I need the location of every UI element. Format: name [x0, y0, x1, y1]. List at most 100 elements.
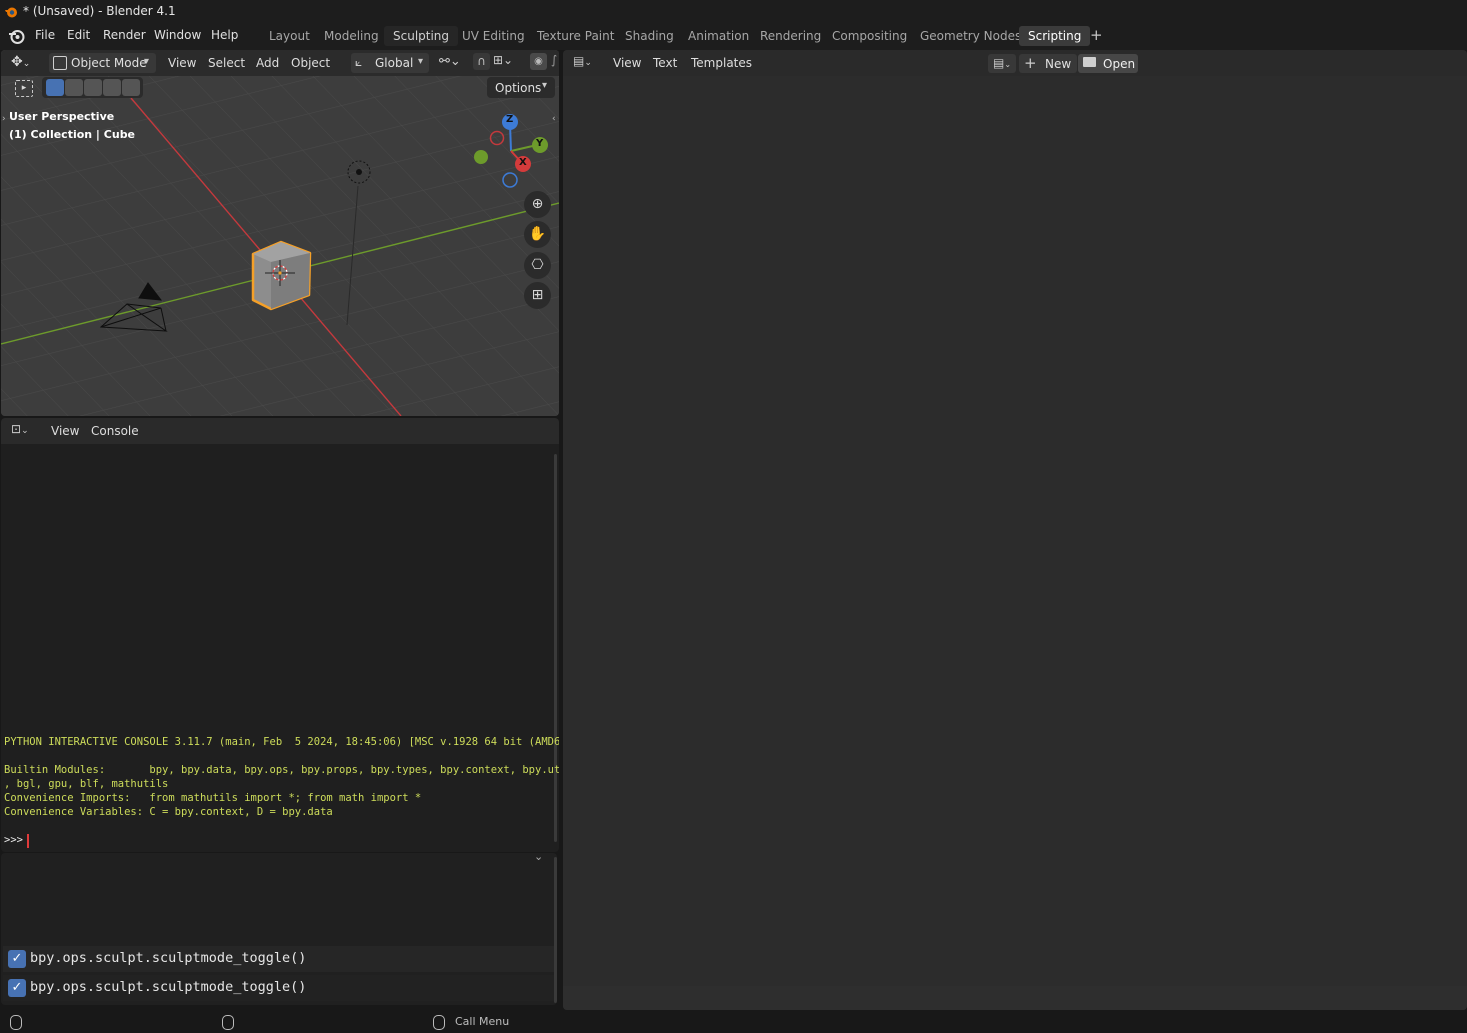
text-editor-type-icon[interactable]: ▤⌄: [573, 54, 592, 68]
open-text-button[interactable]: Open: [1078, 54, 1138, 73]
tab-geometry-nodes[interactable]: Geometry Nodes: [911, 26, 1030, 46]
tab-rendering[interactable]: Rendering: [751, 26, 830, 46]
text-menu-templates[interactable]: Templates: [691, 56, 752, 70]
options-label: Options: [495, 81, 542, 95]
text-menu-view[interactable]: View: [613, 56, 641, 70]
chevron-down-icon[interactable]: ⌄: [534, 853, 543, 863]
perspective-grid-icon[interactable]: ⊞: [524, 282, 551, 309]
check-icon: ✓: [8, 950, 26, 968]
tab-animation[interactable]: Animation: [679, 26, 758, 46]
chevron-down-icon: ▾: [542, 80, 548, 91]
selection-mode-group: [42, 77, 143, 98]
tab-modeling[interactable]: Modeling: [315, 26, 388, 46]
transform-orientation-icon: ⟀: [355, 55, 363, 69]
gizmo-x-label[interactable]: X: [519, 157, 527, 168]
status-bar: Call Menu: [0, 1011, 1467, 1033]
select-subtract-icon[interactable]: [84, 79, 102, 96]
tab-shading[interactable]: Shading: [616, 26, 683, 46]
new-label: New: [1045, 57, 1072, 71]
console-editor-icon[interactable]: ⊡⌄: [11, 422, 29, 436]
text-browse-icon[interactable]: ▤⌄: [988, 54, 1016, 73]
viewport-3d[interactable]: ✥⌄ Object Mode ▾ View Select Add Object …: [1, 50, 559, 416]
tab-texture-paint[interactable]: Texture Paint: [528, 26, 623, 46]
orientation-dropdown[interactable]: ⟀ Global ▾: [351, 53, 429, 73]
select-set-icon[interactable]: [46, 79, 64, 96]
cube-object: [251, 240, 312, 311]
proportional-edit-icon[interactable]: ◉: [530, 53, 547, 70]
tab-layout[interactable]: Layout: [260, 26, 319, 46]
gizmo-z-label[interactable]: Z: [506, 114, 513, 125]
snap-toggle-icon[interactable]: ∩: [473, 53, 490, 70]
console-menu-view[interactable]: View: [51, 424, 79, 438]
open-label: Open: [1103, 57, 1136, 71]
info-report-row[interactable]: ✓ bpy.ops.sculpt.sculptmode_toggle(): [3, 975, 555, 1001]
text-menu-text[interactable]: Text: [653, 56, 677, 70]
select-intersect-icon[interactable]: [122, 79, 140, 96]
mouse-right-icon: [433, 1015, 445, 1030]
zoom-icon[interactable]: ⊕: [524, 191, 551, 218]
console-menu-console[interactable]: Console: [91, 424, 139, 438]
console-line: PYTHON INTERACTIVE CONSOLE 3.11.7 (main,…: [4, 736, 559, 748]
falloff-icon[interactable]: ∫: [551, 53, 557, 67]
python-console[interactable]: ⊡⌄ View Console PYTHON INTERACTIVE CONSO…: [1, 418, 559, 852]
tab-uv-editing[interactable]: UV Editing: [453, 26, 534, 46]
info-report-text: bpy.ops.sculpt.sculptmode_toggle(): [30, 950, 307, 966]
console-scrollbar[interactable]: [554, 454, 557, 842]
viewport-menu-add[interactable]: Add: [256, 56, 279, 70]
add-workspace-button[interactable]: +: [1090, 26, 1103, 44]
snap-target-icon[interactable]: ⊞⌄: [493, 53, 513, 67]
menu-render[interactable]: Render: [103, 28, 146, 42]
menu-file[interactable]: File: [35, 28, 55, 42]
info-report-text: bpy.ops.sculpt.sculptmode_toggle(): [30, 979, 307, 995]
info-scrollbar[interactable]: [554, 857, 557, 1003]
menu-edit[interactable]: Edit: [67, 28, 90, 42]
sidebar-expand-icon[interactable]: ‹: [552, 114, 556, 124]
menu-window[interactable]: Window: [154, 28, 201, 42]
tab-scripting[interactable]: Scripting: [1019, 26, 1091, 46]
text-editor-footer: [563, 986, 1467, 1010]
viewport-scene[interactable]: [1, 50, 559, 416]
viewport-menu-view[interactable]: View: [168, 56, 196, 70]
viewport-menu-object[interactable]: Object: [291, 56, 330, 70]
console-line: , bgl, gpu, blf, mathutils: [4, 778, 169, 790]
title-bar: * (Unsaved) - Blender 4.1: [0, 0, 1467, 23]
blender-menu-icon[interactable]: [8, 28, 25, 45]
gizmo-y-label[interactable]: Y: [536, 138, 543, 149]
tab-compositing[interactable]: Compositing: [823, 26, 916, 46]
blender-logo-icon: [5, 7, 17, 18]
window-title: * (Unsaved) - Blender 4.1: [23, 4, 176, 18]
call-menu-hint: Call Menu: [455, 1015, 510, 1028]
select-invert-icon[interactable]: [103, 79, 121, 96]
console-cursor[interactable]: [27, 834, 29, 848]
chevron-down-icon: ▾: [144, 56, 150, 67]
viewport-collection-label: (1) Collection | Cube: [9, 128, 136, 141]
chevron-down-icon: ▾: [418, 56, 424, 67]
mouse-middle-icon: [222, 1015, 234, 1030]
console-line: Convenience Imports: from mathutils impo…: [4, 792, 422, 804]
console-prompt: >>>: [4, 834, 23, 846]
camera-view-icon[interactable]: ⎔: [524, 252, 551, 279]
viewport-perspective-label: User Perspective: [9, 110, 115, 123]
tab-sculpting[interactable]: Sculpting: [384, 26, 459, 46]
orientation-label: Global: [375, 56, 414, 70]
viewport-header: ✥⌄ Object Mode ▾ View Select Add Object …: [1, 50, 559, 76]
check-icon: ✓: [8, 979, 26, 997]
info-report-row[interactable]: ✓ bpy.ops.sculpt.sculptmode_toggle(): [3, 946, 555, 972]
console-line: Builtin Modules: bpy, bpy.data, bpy.ops,…: [4, 764, 559, 776]
object-mode-icon: [53, 56, 67, 70]
editor-type-icon[interactable]: ✥⌄: [11, 54, 30, 70]
pan-hand-icon[interactable]: ✋: [524, 221, 551, 248]
mouse-left-icon: [10, 1015, 22, 1030]
new-text-button[interactable]: + New: [1019, 54, 1077, 73]
toolbar-expand-icon[interactable]: ›: [2, 114, 6, 124]
select-extend-icon[interactable]: [65, 79, 83, 96]
viewport-menu-select[interactable]: Select: [208, 56, 245, 70]
text-editor[interactable]: ▤⌄ View Text Templates ▤⌄ + New Open: [563, 50, 1467, 1010]
menu-help[interactable]: Help: [211, 28, 238, 42]
options-dropdown[interactable]: Options ▾: [487, 77, 555, 98]
mode-label: Object Mode: [71, 56, 147, 70]
mode-dropdown[interactable]: Object Mode ▾: [49, 53, 156, 73]
info-panel[interactable]: ⌄ ✓ bpy.ops.sculpt.sculptmode_toggle() ✓…: [1, 853, 557, 1005]
pivot-point-icon[interactable]: ⚯⌄: [439, 54, 461, 69]
select-tool-icon[interactable]: ▸: [15, 80, 33, 97]
